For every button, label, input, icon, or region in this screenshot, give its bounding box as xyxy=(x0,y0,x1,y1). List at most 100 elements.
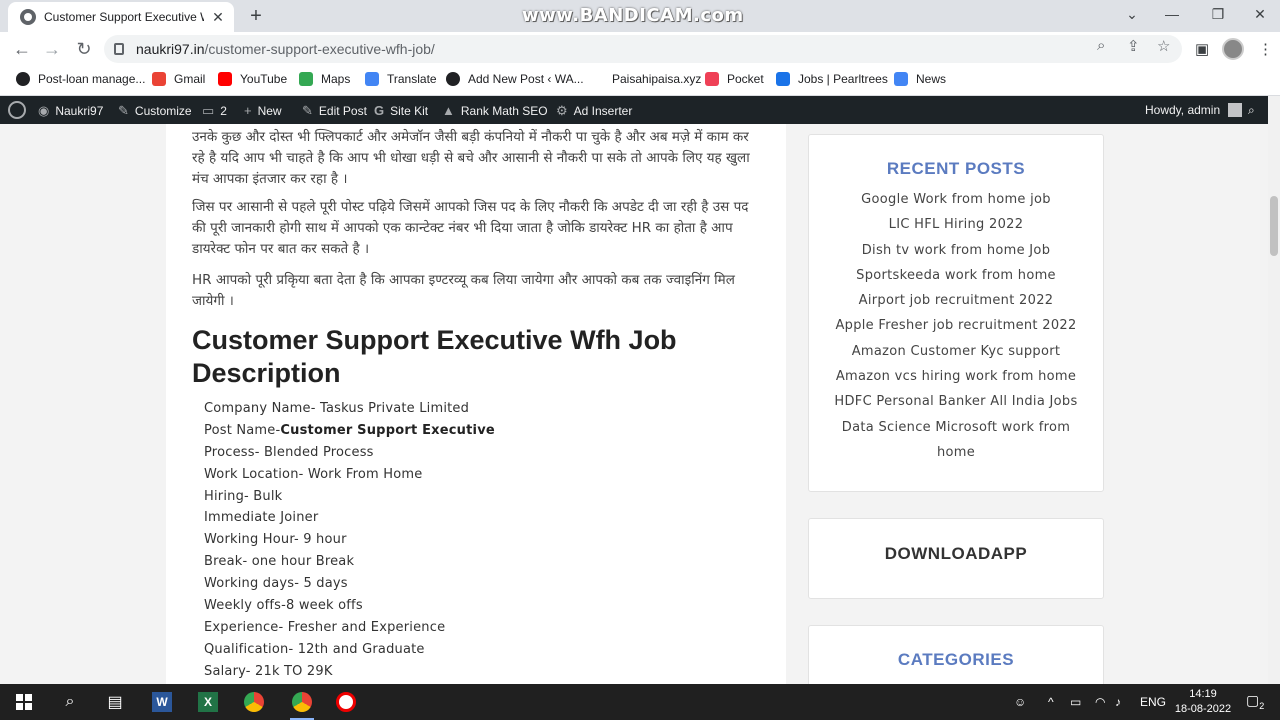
bookmarks-bar: Post-loan manage... Gmail YouTube Maps T… xyxy=(0,66,1280,96)
tab-close-icon[interactable]: ✕ xyxy=(210,9,226,26)
word-app-icon[interactable]: W xyxy=(150,690,174,714)
job-detail-item: Qualification- 12th and Graduate xyxy=(204,641,425,657)
wifi-icon[interactable]: ◠ xyxy=(1095,695,1105,709)
recent-posts-list: Google Work from home job LIC HFL Hiring… xyxy=(809,187,1103,465)
admin-rank-math-link[interactable]: ▲ Rank Math SEO xyxy=(442,103,548,118)
page-scrollbar[interactable] xyxy=(1268,96,1280,684)
clock-time: 14:19 xyxy=(1189,688,1217,700)
minimize-icon[interactable]: — xyxy=(1162,6,1182,22)
new-tab-plus-icon[interactable]: + xyxy=(246,6,266,26)
bookmark-pocket[interactable]: Pocket xyxy=(705,72,764,86)
admin-ad-inserter-label: Ad Inserter xyxy=(573,104,633,118)
article-paragraph: जिस पर आसानी से पहले पूरी पोस्ट पढ़िये ज… xyxy=(192,199,749,257)
article-column: उनके कुछ और दोस्त भी फ्लिपकार्ट और अमेजॉ… xyxy=(166,124,786,684)
battery-icon[interactable]: ▭ xyxy=(1070,695,1081,709)
page-content: उनके कुछ और दोस्त भी फ्लिपकार्ट और अमेजॉ… xyxy=(0,124,1268,684)
bookmark-translate[interactable]: Translate xyxy=(365,72,437,86)
admin-new-label: New xyxy=(257,103,282,118)
scrollbar-thumb[interactable] xyxy=(1270,196,1278,256)
lock-icon[interactable] xyxy=(114,43,124,55)
back-arrow-icon[interactable]: ← xyxy=(12,39,32,59)
wordpress-logo-icon[interactable] xyxy=(8,101,26,119)
side-panel-icon[interactable]: ▣ xyxy=(1195,40,1209,58)
bookmark-news[interactable]: News xyxy=(894,72,946,86)
bookmark-youtube[interactable]: YouTube xyxy=(218,72,287,86)
recent-post-link[interactable]: Sportskeeda work from home xyxy=(809,263,1103,288)
task-view-icon[interactable]: ▤ xyxy=(103,690,127,714)
bookmark-label: Pocket xyxy=(727,72,764,86)
zoom-search-icon[interactable]: ⌕ xyxy=(1097,37,1105,54)
bookmark-add-new-post[interactable]: Add New Post ‹ WA... xyxy=(446,72,584,86)
admin-search-icon[interactable]: ⌕ xyxy=(1248,103,1255,118)
admin-edit-post-link[interactable]: ✎ Edit Post xyxy=(302,103,367,119)
tab-title: Customer Support Executive Wfh xyxy=(44,10,204,24)
recent-post-link[interactable]: Amazon Customer Kyc support xyxy=(809,339,1103,364)
recent-post-link[interactable]: home xyxy=(809,440,1103,465)
chrome-app-icon[interactable] xyxy=(290,690,314,714)
categories-widget: CATEGORIES xyxy=(808,625,1104,684)
volume-icon[interactable]: ♪ xyxy=(1115,695,1121,709)
recent-post-link[interactable]: Amazon vcs hiring work from home xyxy=(809,364,1103,389)
browser-toolbar: ← → ↻ naukri97.in/customer-support-execu… xyxy=(0,32,1280,66)
admin-howdy-label: Howdy, admin xyxy=(1145,103,1221,117)
bookmark-star-icon[interactable]: ☆ xyxy=(1157,37,1170,55)
admin-ad-inserter-link[interactable]: ⚙ Ad Inserter xyxy=(556,103,632,119)
recent-post-link[interactable]: Apple Fresher job recruitment 2022 xyxy=(809,313,1103,338)
recent-post-link[interactable]: Data Science Microsoft work from xyxy=(809,415,1103,440)
browser-tab[interactable]: Customer Support Executive Wfh ✕ xyxy=(8,2,234,32)
share-icon[interactable]: ⇪ xyxy=(1127,37,1140,55)
job-detail-item: Salary- 21k TO 29K xyxy=(204,663,333,679)
recent-post-link[interactable]: Airport job recruitment 2022 xyxy=(809,288,1103,313)
bookmark-label: Maps xyxy=(321,72,351,86)
search-icon[interactable]: ⌕ xyxy=(58,690,82,714)
recent-post-link[interactable]: HDFC Personal Banker All India Jobs xyxy=(809,389,1103,414)
recent-post-link[interactable]: Dish tv work from home Job xyxy=(809,238,1103,263)
bookmark-maps[interactable]: Maps xyxy=(299,72,350,86)
site-favicon-icon xyxy=(20,9,36,25)
bookmark-post-loan[interactable]: Post-loan manage... xyxy=(16,72,145,86)
job-detail-item: Hiring- Bulk xyxy=(204,488,283,504)
recent-post-link[interactable]: Google Work from home job xyxy=(809,187,1103,212)
bookmark-label: Jobs | Pearltrees xyxy=(798,72,888,86)
admin-customize-link[interactable]: ✎ Customize xyxy=(118,103,192,119)
admin-new-link[interactable]: + New xyxy=(244,103,282,118)
job-detail-item: Company Name- Taskus Private Limited xyxy=(204,401,470,416)
window-close-icon[interactable]: ✕ xyxy=(1250,6,1270,23)
chrome-profile-icon[interactable] xyxy=(242,690,266,714)
language-indicator[interactable]: ENG xyxy=(1140,695,1166,709)
admin-site-kit-link[interactable]: G Site Kit xyxy=(374,103,428,118)
gear-icon: ⚙ xyxy=(556,103,568,118)
job-detail-item: Experience- Fresher and Experience xyxy=(204,619,446,635)
bandicam-record-icon[interactable] xyxy=(334,690,358,714)
clock-date: 18-08-2022 xyxy=(1174,703,1232,715)
bookmark-pearltrees[interactable]: Jobs | Pearltrees xyxy=(776,72,888,86)
download-app-title[interactable]: DOWNLOADAPP xyxy=(809,544,1103,564)
forward-arrow-icon[interactable]: → xyxy=(42,39,62,59)
show-hidden-icons-chevron[interactable]: ^ xyxy=(1048,695,1054,709)
admin-site-label: Naukri97 xyxy=(55,104,104,118)
job-detail-item: Working Hour- 9 hour xyxy=(204,532,347,548)
recent-post-link[interactable]: LIC HFL Hiring 2022 xyxy=(809,212,1103,237)
admin-customize-label: Customize xyxy=(134,104,192,118)
admin-site-link[interactable]: ◉ Naukri97 xyxy=(38,103,103,119)
taskbar-clock[interactable]: 14:19 18-08-2022 xyxy=(1172,687,1234,717)
profile-avatar[interactable] xyxy=(1222,38,1244,60)
restore-icon[interactable]: ❐ xyxy=(1208,6,1228,23)
wp-admin-bar: ◉ Naukri97 ✎ Customize ▭ 2 + New ✎ Edit Post … xyxy=(0,96,1268,124)
job-detail-item: Immediate Joiner xyxy=(204,510,319,526)
bookmark-gmail[interactable]: Gmail xyxy=(152,72,205,86)
people-icon[interactable]: ☺ xyxy=(1014,695,1026,709)
admin-howdy-menu[interactable]: Howdy, admin xyxy=(1145,103,1243,117)
admin-comments-link[interactable]: ▭ 2 xyxy=(202,103,227,119)
reload-icon[interactable]: ↻ xyxy=(74,39,94,59)
tab-search-chevron-icon[interactable]: ⌄ xyxy=(1122,6,1142,23)
article-paragraph: उनके कुछ और दोस्त भी फ्लिपकार्ट और अमेजॉ… xyxy=(192,129,750,187)
menu-kebab-icon[interactable]: ⋮ xyxy=(1258,40,1273,58)
notification-count: 2 xyxy=(1259,700,1265,711)
bookmark-paisahipaisa[interactable]: Paisahipaisa.xyz xyxy=(590,72,701,86)
job-detail-item: Process- Blended Process xyxy=(204,444,374,460)
windows-start-icon[interactable] xyxy=(12,690,36,714)
excel-app-icon[interactable]: X xyxy=(196,690,220,714)
notification-center-icon[interactable]: ▢2 xyxy=(1246,692,1264,711)
address-bar[interactable]: naukri97.in/customer-support-executive-w… xyxy=(104,35,1182,63)
